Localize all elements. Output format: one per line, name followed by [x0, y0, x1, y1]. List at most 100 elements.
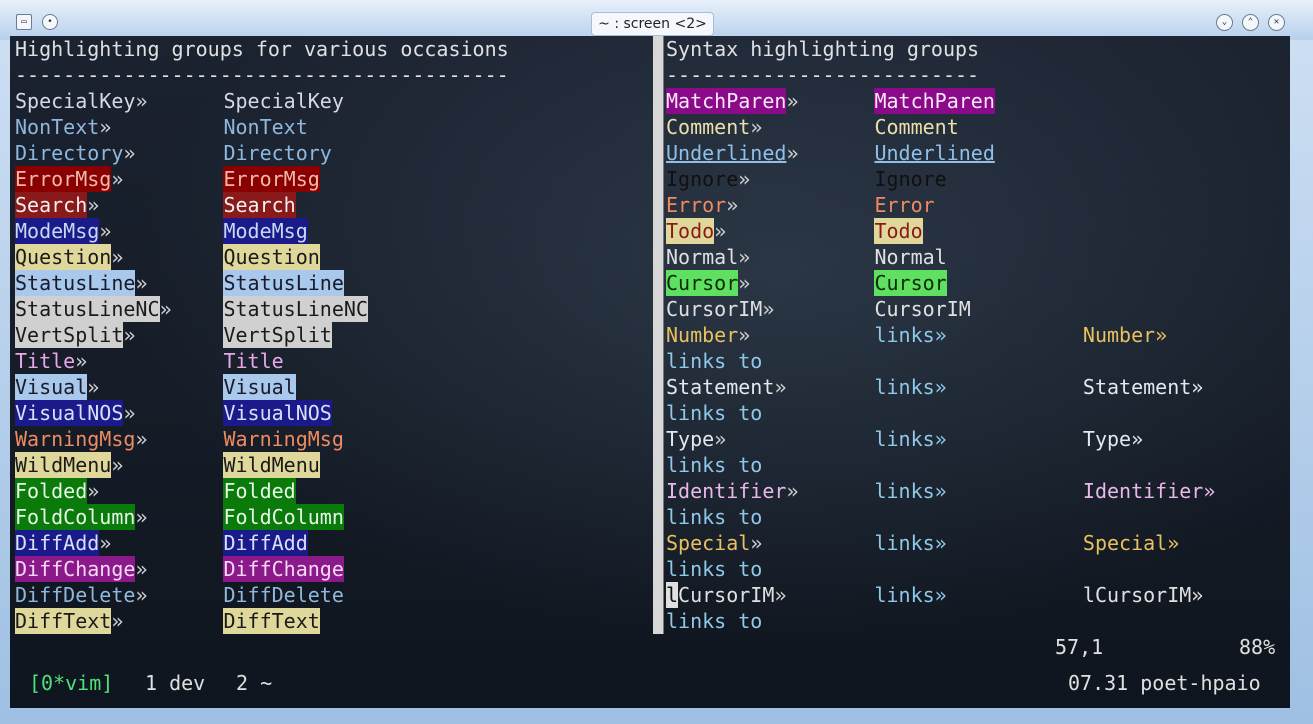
syntax-group-name: Underlined — [874, 141, 995, 165]
highlight-group-name: DiffAdd — [223, 530, 308, 556]
tab-marker: » — [750, 115, 763, 139]
syntax-group-sample: Type — [666, 427, 715, 451]
tab-marker: » — [111, 609, 124, 633]
highlight-group-sample: ErrorMsg — [15, 166, 112, 192]
tab-marker: » — [99, 219, 112, 243]
screen-clock-host: 07.31 poet-hpaio — [1068, 671, 1261, 696]
minimize-icon[interactable]: ⌄ — [1216, 14, 1233, 31]
terminal-icon[interactable]: ▭ — [16, 14, 32, 30]
tab-marker: » — [786, 479, 799, 503]
highlight-group-sample: WildMenu — [15, 452, 112, 478]
pin-icon[interactable]: • — [42, 14, 58, 30]
highlight-group-name: StatusLine — [223, 270, 344, 296]
tab-marker: » — [99, 531, 112, 555]
tab-marker: » — [159, 297, 172, 321]
syntax-group-sample: Cursor — [666, 270, 739, 296]
syntax-group-sample: Number — [666, 323, 739, 347]
right-rule: -------------------------- — [666, 63, 980, 87]
highlight-group-sample: Folded — [15, 478, 88, 504]
tab-marker: » — [774, 375, 787, 399]
tab-marker: » — [123, 141, 136, 165]
tab-marker: » — [135, 89, 148, 113]
highlight-group-name: ErrorMsg — [223, 166, 320, 192]
tab-marker: » — [135, 427, 148, 451]
links-label: links» — [874, 479, 947, 503]
left-rule: ----------------------------------------… — [15, 63, 509, 87]
tab-marker: » — [111, 453, 124, 477]
maximize-icon[interactable]: ⌃ — [1242, 14, 1259, 31]
highlight-group-name: WildMenu — [223, 452, 320, 478]
close-icon[interactable]: ✕ — [1268, 14, 1285, 31]
screen-window-current: [0*vim] — [29, 671, 114, 696]
tab-marker: » — [135, 583, 148, 607]
link-target: Number» — [1082, 323, 1168, 347]
tab-marker: » — [87, 479, 100, 503]
tab-marker: » — [738, 167, 751, 191]
syntax-group-sample: Comment — [666, 115, 751, 139]
highlight-group-name: StatusLineNC — [223, 296, 368, 322]
highlight-group-sample: Question — [15, 244, 112, 270]
highlight-group-sample: SpecialKey — [15, 89, 136, 113]
cursor-cell: l — [666, 582, 679, 608]
tab-marker: » — [135, 271, 148, 295]
highlight-group-name: ModeMsg — [223, 218, 308, 244]
syntax-group-name: Error — [874, 193, 935, 217]
syntax-group-name: Ignore — [874, 167, 947, 191]
highlight-group-sample: ModeMsg — [15, 218, 100, 244]
highlight-group-name: Directory — [223, 141, 332, 165]
syntax-group-sample: Statement — [666, 375, 775, 399]
tab-marker: » — [726, 193, 739, 217]
syntax-group-sample: Error — [666, 193, 727, 217]
link-target: Identifier» — [1082, 479, 1216, 503]
title-bar[interactable]: ▭ • ~ : screen <2> ⌄ ⌃ ✕ — [0, 0, 1313, 40]
highlight-group-name: Search — [223, 192, 296, 218]
highlight-group-sample: DiffDelete — [15, 583, 136, 607]
tab-marker: » — [135, 557, 148, 581]
tab-marker: » — [738, 245, 751, 269]
links-to-label: links to — [666, 609, 763, 633]
highlight-group-sample: Directory — [15, 141, 124, 165]
links-label: links» — [874, 583, 947, 607]
link-target: Statement» — [1082, 375, 1204, 399]
syntax-group-name: CursorIM — [874, 297, 971, 321]
tab-marker: » — [123, 323, 136, 347]
tab-marker: » — [135, 505, 148, 529]
syntax-group-sample: CursorIM — [666, 297, 763, 321]
tab-marker: » — [774, 583, 787, 607]
screen-window-2: 2 ~ — [236, 671, 273, 696]
highlight-group-sample: NonText — [15, 115, 100, 139]
highlight-group-sample: StatusLineNC — [15, 296, 160, 322]
highlight-group-name: SpecialKey — [223, 89, 344, 113]
tab-marker: » — [111, 245, 124, 269]
links-to-label: links to — [666, 505, 763, 529]
tab-marker: » — [786, 141, 799, 165]
highlight-group-name: DiffDelete — [223, 583, 344, 607]
highlight-group-sample: DiffChange — [15, 556, 136, 582]
highlight-group-name: Title — [223, 349, 284, 373]
highlight-group-name: DiffChange — [223, 556, 344, 582]
tab-marker: » — [99, 115, 112, 139]
highlight-group-sample: StatusLine — [15, 270, 136, 296]
syntax-group-name: Cursor — [874, 270, 947, 296]
screen-window-1: 1 dev — [145, 671, 206, 696]
syntax-group-sample: Ignore — [666, 167, 739, 191]
window-title: ~ : screen <2> — [591, 12, 714, 36]
terminal-window: ▭ • ~ : screen <2> ⌄ ⌃ ✕ Highlighting gr… — [0, 0, 1313, 724]
syntax-group-name: Comment — [874, 115, 959, 139]
right-header: Syntax highlighting groups — [666, 37, 980, 61]
highlight-group-sample: VisualNOS — [15, 400, 124, 426]
links-to-label: links to — [666, 557, 763, 581]
links-label: links» — [874, 427, 947, 451]
tab-marker: » — [714, 219, 727, 243]
highlight-group-sample: DiffText — [15, 608, 112, 634]
highlight-group-sample: WarningMsg — [15, 427, 136, 451]
highlight-group-name: NonText — [223, 115, 308, 139]
links-to-label: links to — [666, 453, 763, 477]
tab-marker: » — [111, 167, 124, 191]
tab-marker: » — [87, 375, 100, 399]
terminal-content[interactable]: Highlighting groups for various occasion… — [10, 36, 1290, 708]
highlight-group-sample: FoldColumn — [15, 504, 136, 530]
syntax-group-sample: Normal — [666, 245, 739, 269]
highlight-group-name: DiffText — [223, 608, 320, 634]
tab-marker: » — [786, 89, 799, 113]
